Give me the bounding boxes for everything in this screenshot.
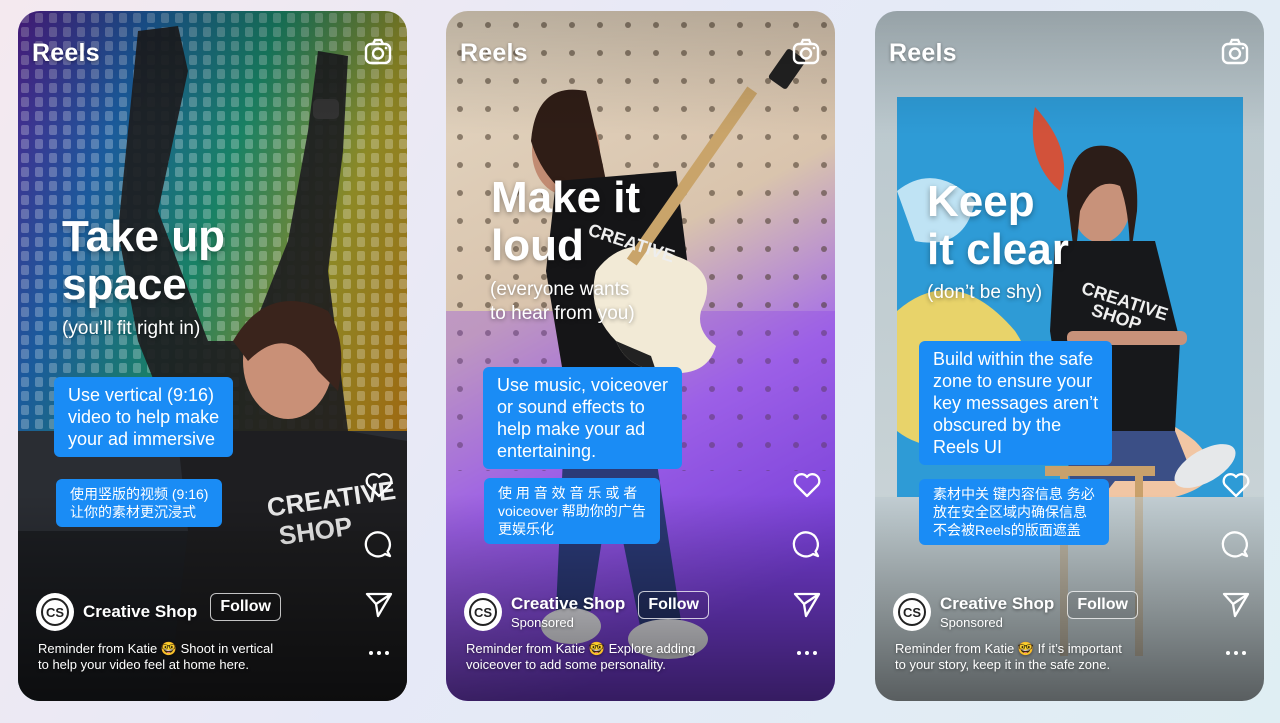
reel-card-2[interactable]: CREATIVE Reels Make it loud (everyone wa… — [446, 11, 835, 701]
headline: Take up space — [62, 212, 226, 309]
reels-title: Reels — [889, 39, 957, 67]
camera-icon[interactable] — [1220, 37, 1250, 67]
avatar[interactable]: CS — [464, 593, 502, 631]
comment-icon[interactable] — [363, 529, 395, 561]
svg-text:CS: CS — [474, 605, 492, 620]
heart-icon[interactable] — [363, 469, 395, 501]
tip-bubble-english: Use vertical (9:16) video to help make y… — [54, 377, 234, 457]
profile-row: CS Creative Shop Sponsored Follow — [893, 591, 1138, 631]
account-name[interactable]: Creative Shop — [83, 602, 197, 622]
subline: (you’ll fit right in) — [62, 318, 201, 339]
subline: (don’t be shy) — [927, 282, 1043, 303]
more-icon[interactable] — [367, 649, 391, 657]
more-icon[interactable] — [1224, 649, 1248, 657]
share-icon[interactable] — [363, 588, 395, 620]
tip-bubble-chinese: 使用竖版的视频 (9:16) 让你的素材更沉浸式 — [56, 479, 223, 527]
share-icon[interactable] — [791, 588, 823, 620]
sponsored-label: Sponsored — [511, 615, 574, 630]
heart-icon[interactable] — [1220, 469, 1252, 501]
heart-icon[interactable] — [791, 469, 823, 501]
caption: Reminder from Katie 🤓 Shoot in vertical … — [38, 641, 274, 672]
svg-text:CS: CS — [903, 605, 921, 620]
subline: (everyone wants to hear from you) — [490, 279, 635, 324]
profile-row: CS Creative Shop Sponsored Follow — [464, 591, 709, 631]
account-name[interactable]: Creative Shop — [511, 594, 625, 614]
profile-row: CS Creative Shop Follow — [36, 593, 281, 631]
tip-bubble-chinese: 使 用 音 效 音 乐 或 者 voiceover 帮助你的广告 更娱乐化 — [484, 478, 660, 544]
caption: Reminder from Katie 🤓 Explore adding voi… — [466, 641, 696, 672]
avatar[interactable]: CS — [893, 593, 931, 631]
follow-button[interactable]: Follow — [638, 591, 709, 619]
share-icon[interactable] — [1220, 588, 1252, 620]
sponsored-label: Sponsored — [940, 615, 1003, 630]
comment-icon[interactable] — [1220, 529, 1252, 561]
tip-bubble-english: Build within the safe zone to ensure you… — [919, 341, 1113, 465]
caption: Reminder from Katie 🤓 If it’s important … — [895, 641, 1122, 672]
account-name[interactable]: Creative Shop — [940, 594, 1054, 614]
headline: Make it loud — [491, 173, 641, 270]
camera-icon[interactable] — [363, 37, 393, 67]
account-names: Creative Shop Sponsored — [511, 594, 625, 630]
reels-title: Reels — [32, 39, 100, 67]
more-icon[interactable] — [795, 649, 819, 657]
account-names: Creative Shop — [83, 602, 197, 622]
svg-text:CS: CS — [46, 605, 64, 620]
tip-bubble-english: Use music, voiceover or sound effects to… — [483, 367, 683, 469]
follow-button[interactable]: Follow — [1067, 591, 1138, 619]
account-names: Creative Shop Sponsored — [940, 594, 1054, 630]
reel-card-3[interactable]: CREATIVE SHOP Reels Keep it clear (don’t… — [875, 11, 1264, 701]
tip-bubble-chinese: 素材中关 键内容信息 务必 放在安全区域内确保信息 不会被Reels的版面遮盖 — [919, 479, 1109, 545]
comment-icon[interactable] — [791, 529, 823, 561]
camera-icon[interactable] — [791, 37, 821, 67]
headline: Keep it clear — [927, 177, 1069, 274]
reel-card-1[interactable]: CREATIVE SHOP Reels Take up space (you’l… — [18, 11, 407, 701]
avatar[interactable]: CS — [36, 593, 74, 631]
follow-button[interactable]: Follow — [210, 593, 281, 621]
reels-title: Reels — [460, 39, 528, 67]
